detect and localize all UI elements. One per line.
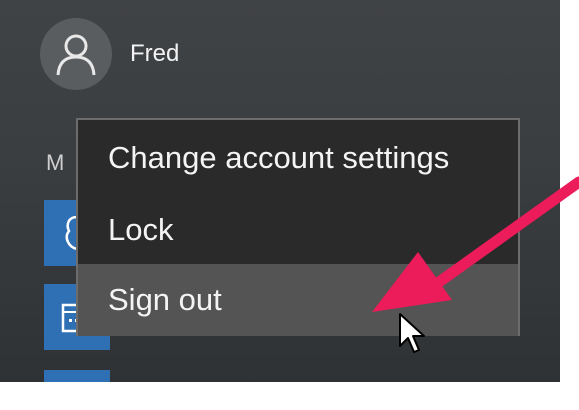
caption-text-fragment [0, 380, 579, 410]
pointer-arrow-icon [372, 176, 579, 312]
